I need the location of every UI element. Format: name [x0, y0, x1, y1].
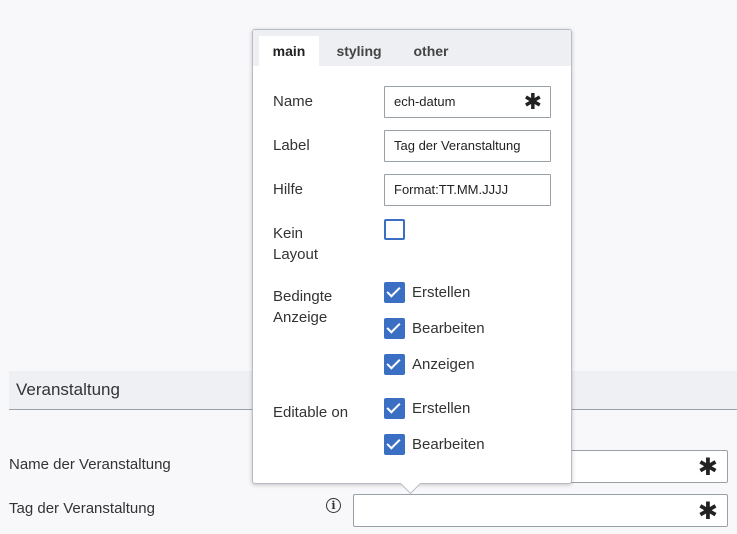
- hilfe-input[interactable]: Format:TT.MM.JJJJ: [384, 174, 551, 206]
- kein-layout-checkbox[interactable]: [384, 219, 405, 240]
- event-name-input[interactable]: ✱: [560, 450, 728, 483]
- event-name-label: Name der Veranstaltung: [9, 456, 171, 473]
- editable-erstellen-checkbox[interactable]: [384, 398, 405, 419]
- editable-erstellen-label: Erstellen: [412, 400, 471, 417]
- section-title: Veranstaltung: [16, 380, 120, 399]
- required-icon: ✱: [697, 454, 718, 481]
- popover-tabs: main styling other: [253, 30, 571, 66]
- label-label: Label: [273, 137, 310, 154]
- bedingte-anzeige-label-line2: Anzeige: [273, 309, 328, 326]
- tab-main[interactable]: main: [259, 36, 319, 66]
- bedingte-bearbeiten-label: Bearbeiten: [412, 320, 485, 337]
- event-date-label: Tag der Veranstaltung: [9, 500, 155, 517]
- bedingte-anzeigen-label: Anzeigen: [412, 356, 475, 373]
- required-icon: ✱: [697, 498, 718, 525]
- tab-styling[interactable]: styling: [329, 36, 389, 66]
- popover-arrow: [399, 472, 422, 495]
- bedingte-erstellen-checkbox[interactable]: [384, 282, 405, 303]
- required-icon: ✱: [523, 89, 542, 114]
- bedingte-anzeigen-checkbox[interactable]: [384, 354, 405, 375]
- bedingte-anzeige-label-line1: Bedingte: [273, 288, 333, 305]
- hilfe-label: Hilfe: [273, 181, 304, 198]
- name-input-value: ech-datum: [394, 94, 456, 109]
- editable-bearbeiten-label: Bearbeiten: [412, 436, 485, 453]
- name-label: Name: [273, 93, 314, 110]
- editable-bearbeiten-checkbox[interactable]: [384, 434, 405, 455]
- label-input[interactable]: Tag der Veranstaltung: [384, 130, 551, 162]
- event-date-input[interactable]: ✱: [353, 494, 728, 527]
- tab-other[interactable]: other: [405, 36, 457, 66]
- bedingte-bearbeiten-checkbox[interactable]: [384, 318, 405, 339]
- kein-layout-label-line1: Kein: [273, 225, 304, 242]
- editable-on-label: Editable on: [273, 404, 349, 421]
- info-icon[interactable]: i: [326, 498, 341, 513]
- kein-layout-label-line2: Layout: [273, 246, 319, 263]
- bedingte-erstellen-label: Erstellen: [412, 284, 471, 301]
- field-settings-popover: main styling other Name ech-datum ✱ Labe…: [252, 29, 572, 495]
- name-input[interactable]: ech-datum ✱: [384, 86, 551, 118]
